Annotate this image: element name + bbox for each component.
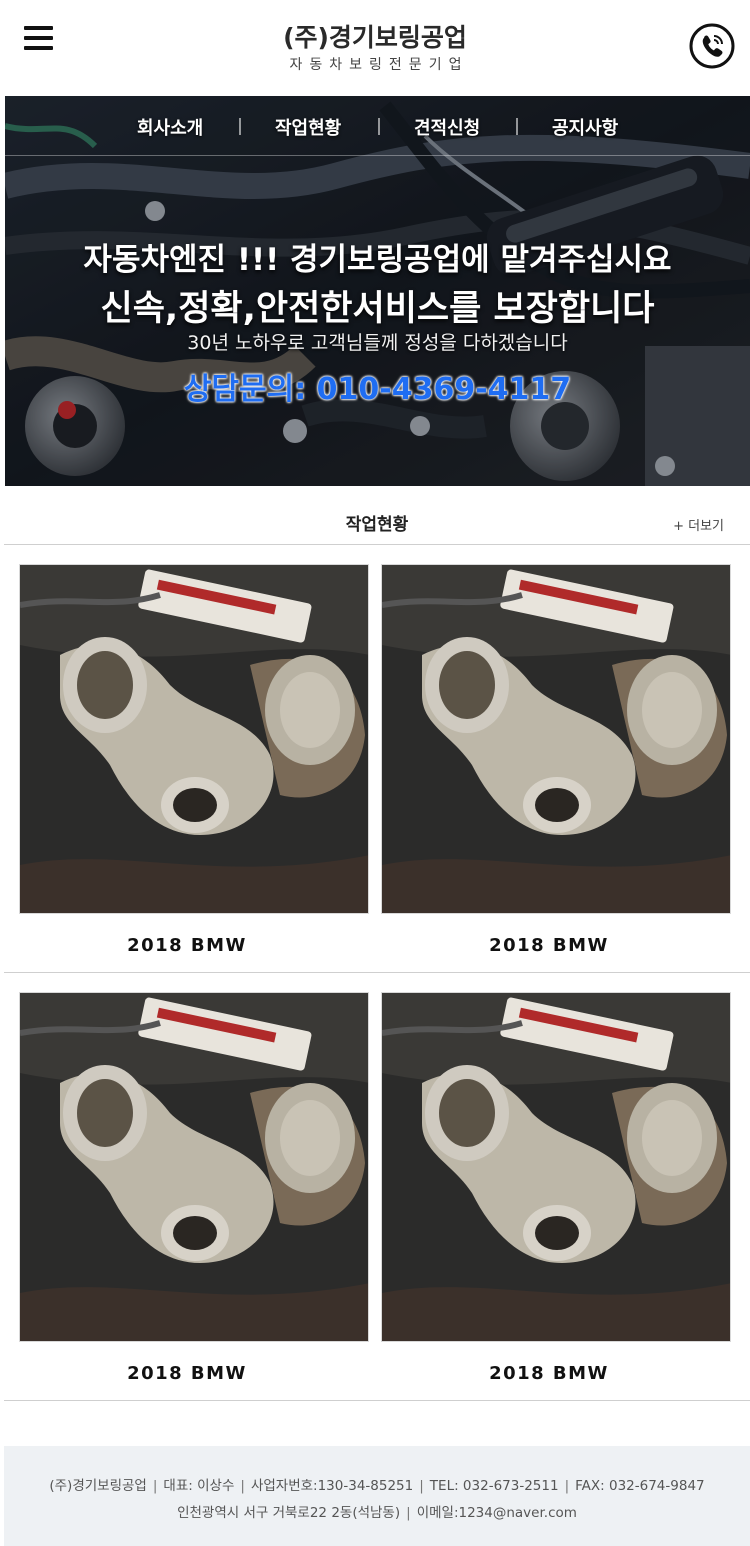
footer-email: 이메일:1234@naver.com (416, 1505, 577, 1521)
nav-item-work-status[interactable]: 작업현황 (275, 114, 341, 140)
nav-separator (516, 118, 518, 135)
site-logo[interactable]: (주)경기보링공업 자동차보링전문기업 (250, 22, 500, 74)
gallery-row-divider (4, 1400, 750, 1401)
hero-banner: 회사소개 작업현황 견적신청 공지사항 자동차엔진 !!! 경기보링공업에 맡겨… (5, 96, 750, 486)
logo-title: (주)경기보링공업 (283, 23, 467, 52)
footer-business-number: 사업자번호:130-34-85251 (250, 1478, 414, 1494)
nav-separator (378, 118, 380, 135)
work-status-section-header: 작업현황 + 더보기 (4, 486, 750, 545)
logo-subtitle: 자동차보링전문기업 (289, 57, 469, 73)
footer-address: 인천광역시 서구 거북로22 2동(석남동) (177, 1505, 401, 1521)
gallery-caption[interactable]: 2018 BMW (366, 1363, 732, 1384)
site-footer: (주)경기보링공업 | 대표: 이상수 | 사업자번호:130-34-85251 | TEL… (4, 1446, 750, 1546)
nav-separator (239, 118, 241, 135)
gallery-card[interactable]: 2018 BMW (366, 973, 731, 1401)
site-header: (주)경기보링공업 자동차보링전문기업 (0, 0, 750, 96)
main-nav: 회사소개 작업현황 견적신청 공지사항 (5, 96, 750, 156)
gallery-card[interactable]: 2018 BMW (4, 973, 369, 1401)
hero-subheadline: 신속,정확,안전한서비스를 보장합니다 (100, 289, 655, 329)
phone-call-icon[interactable] (689, 23, 735, 69)
nav-item-estimate[interactable]: 견적신청 (414, 114, 480, 140)
hamburger-menu-icon[interactable] (24, 26, 54, 52)
gallery-thumbnail[interactable] (381, 992, 731, 1342)
footer-ceo: 대표: 이상수 (163, 1478, 235, 1494)
gallery-caption[interactable]: 2018 BMW (4, 935, 370, 956)
footer-contact-info: 인천광역시 서구 거북로22 2동(석남동) | 이메일:1234@naver.co… (177, 1505, 577, 1521)
hero-description: 30년 노하우로 고객님들께 정성을 다하겠습니다 (187, 332, 568, 354)
footer-tel: TEL: 032-673-2511 (429, 1478, 559, 1494)
nav-item-about[interactable]: 회사소개 (137, 114, 203, 140)
footer-company-name: (주)경기보링공업 (49, 1478, 147, 1494)
gallery-thumbnail[interactable] (19, 992, 369, 1342)
hero-headline: 자동차엔진 !!! 경기보링공업에 맡겨주십시요 (83, 242, 672, 278)
footer-company-info: (주)경기보링공업 | 대표: 이상수 | 사업자번호:130-34-85251 | TEL… (49, 1478, 705, 1494)
gallery-thumbnail[interactable] (19, 564, 369, 914)
gallery-thumbnail[interactable] (381, 564, 731, 914)
more-link[interactable]: + 더보기 (673, 515, 724, 534)
gallery-card[interactable]: 2018 BMW (4, 545, 369, 973)
nav-item-notice[interactable]: 공지사항 (552, 114, 618, 140)
gallery-caption[interactable]: 2018 BMW (366, 935, 732, 956)
hero-contact-phone[interactable]: 상담문의: 010-4369-4117 (5, 364, 750, 408)
section-title: 작업현황 (345, 515, 409, 535)
gallery-card[interactable]: 2018 BMW (366, 545, 731, 973)
footer-fax: FAX: 032-674-9847 (575, 1478, 705, 1494)
gallery-caption[interactable]: 2018 BMW (4, 1363, 370, 1384)
